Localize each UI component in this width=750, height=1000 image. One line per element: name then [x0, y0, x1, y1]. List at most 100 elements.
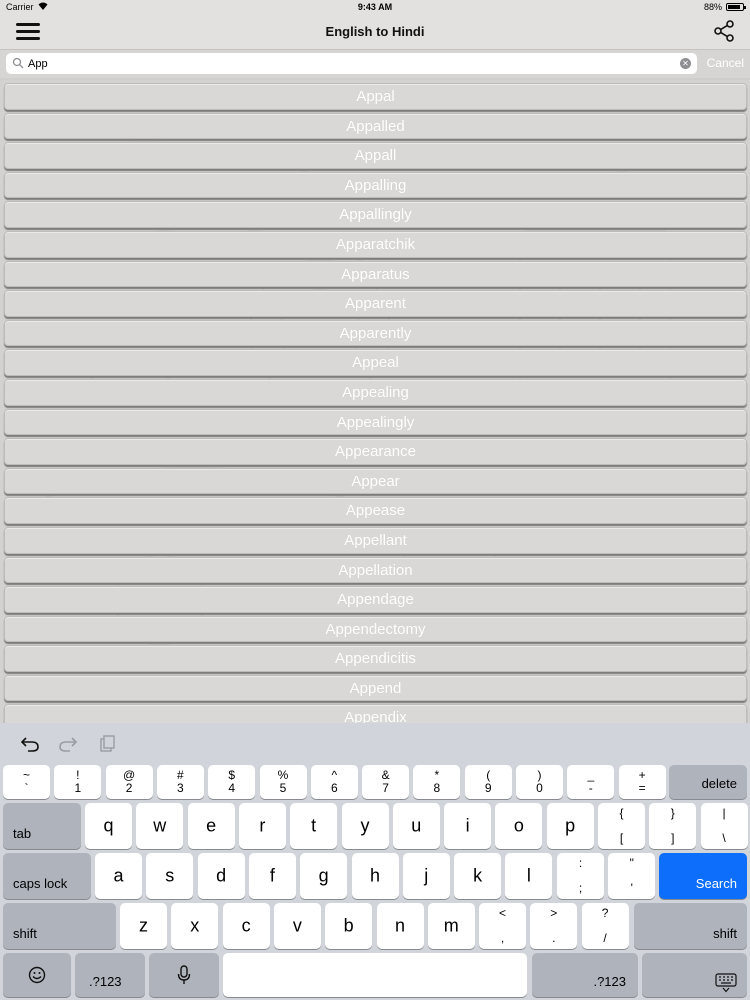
result-item[interactable]: Appellation	[4, 556, 747, 584]
number-row-key[interactable]: ! 1	[54, 765, 102, 799]
letter-key-t[interactable]: t	[290, 803, 338, 849]
emoji-key[interactable]	[3, 953, 71, 997]
symbol-key[interactable]: {[	[598, 803, 645, 849]
symbol-key[interactable]: }]	[649, 803, 697, 849]
number-row-key[interactable]: + =	[618, 765, 666, 799]
number-row-key[interactable]: _ -	[567, 765, 615, 799]
key-base-char: 7	[382, 781, 389, 795]
delete-key[interactable]: delete	[669, 765, 747, 799]
letter-key-o[interactable]: o	[495, 803, 543, 849]
search-input[interactable]	[28, 55, 668, 72]
letter-key-f[interactable]: f	[248, 853, 296, 899]
symbol-key[interactable]: | \	[700, 803, 748, 849]
paste-icon[interactable]	[98, 735, 118, 753]
result-item[interactable]: Appalling	[4, 171, 747, 199]
result-item[interactable]: Apparently	[4, 319, 747, 347]
result-item[interactable]: Appeal	[4, 349, 747, 376]
key-shift-char: *	[434, 768, 440, 782]
letter-key-a[interactable]: a	[95, 853, 142, 899]
number-row-key[interactable]: (9	[464, 765, 512, 799]
search-key[interactable]: Search	[659, 853, 747, 899]
result-item[interactable]: Appal	[4, 83, 747, 110]
letter-key-b[interactable]: b	[325, 903, 373, 949]
letter-key-z[interactable]: z	[120, 903, 167, 949]
letter-key-e[interactable]: e	[187, 803, 235, 849]
result-item[interactable]: Apparent	[4, 290, 747, 317]
key-base-char: 0	[536, 781, 543, 795]
letter-key-k[interactable]: k	[454, 853, 502, 899]
result-item[interactable]: Appear	[4, 467, 747, 495]
letter-key-w[interactable]: w	[136, 803, 184, 849]
symbol-key[interactable]: :;	[557, 853, 604, 899]
letter-key-r[interactable]: r	[238, 803, 286, 849]
symbol-key[interactable]: " '	[608, 853, 656, 899]
number-row-key[interactable]: #3	[156, 765, 204, 799]
letter-key-j[interactable]: j	[402, 853, 450, 899]
result-item[interactable]: Appearance	[4, 438, 747, 465]
number-row-key[interactable]: * 8	[413, 765, 461, 799]
letter-key-x[interactable]: x	[171, 903, 219, 949]
caps-lock-key-label: caps lock	[13, 876, 68, 891]
cancel-button[interactable]: Cancel	[707, 56, 744, 70]
result-item[interactable]: Appease	[4, 497, 747, 524]
key-shift-char: |	[722, 806, 726, 820]
number-row-key[interactable]: ) 0	[516, 765, 563, 799]
share-icon[interactable]	[712, 19, 736, 43]
shift-right-key[interactable]: shift	[634, 903, 747, 949]
numbers-toggle-right-key[interactable]: .?123	[532, 953, 638, 997]
letter-key-m[interactable]: m	[427, 903, 475, 949]
search-field[interactable]: ✕	[6, 53, 697, 74]
dictation-key[interactable]	[149, 953, 219, 997]
number-row-key[interactable]: ~ `	[3, 765, 50, 799]
key-char: a	[113, 865, 124, 886]
letter-key-p[interactable]: p	[546, 803, 594, 849]
keyboard: delete tab caps lock Search shift shift …	[0, 723, 750, 1000]
letter-key-c[interactable]: c	[222, 903, 270, 949]
letter-key-d[interactable]: d	[197, 853, 245, 899]
letter-key-n[interactable]: n	[376, 903, 424, 949]
result-item[interactable]: Appendage	[4, 586, 747, 613]
key-base-char: [	[619, 831, 624, 845]
symbol-key[interactable]: >.	[530, 903, 578, 949]
clear-search-icon[interactable]: ✕	[680, 58, 691, 69]
result-item[interactable]: Append	[4, 674, 747, 702]
result-item[interactable]: Appallingly	[4, 201, 747, 228]
result-item[interactable]: Apparatus	[4, 260, 747, 288]
letter-key-h[interactable]: h	[351, 853, 399, 899]
result-item[interactable]: Appealingly	[4, 408, 747, 436]
undo-icon[interactable]	[20, 735, 40, 753]
result-item[interactable]: Appall	[4, 142, 747, 169]
shift-left-key[interactable]: shift	[3, 903, 116, 949]
result-item[interactable]: Appendectomy	[4, 615, 747, 643]
caps-lock-key[interactable]: caps lock	[3, 853, 91, 899]
letter-key-q[interactable]: q	[85, 803, 132, 849]
number-row-key[interactable]: ^ 6	[310, 765, 358, 799]
letter-key-g[interactable]: g	[300, 853, 348, 899]
number-row-key[interactable]: % 5	[259, 765, 307, 799]
result-item[interactable]: Appalled	[4, 112, 747, 140]
letter-key-i[interactable]: i	[444, 803, 492, 849]
key-char: c	[241, 915, 251, 936]
space-key[interactable]	[223, 953, 527, 997]
letter-key-y[interactable]: y	[341, 803, 389, 849]
letter-key-s[interactable]: s	[146, 853, 194, 899]
number-row-key[interactable]: & 7	[362, 765, 410, 799]
result-item[interactable]: Appendix	[4, 704, 747, 723]
letter-key-v[interactable]: v	[273, 903, 321, 949]
key-shift-char: $	[228, 768, 236, 782]
result-item[interactable]: Appealing	[4, 378, 747, 406]
number-row-key[interactable]: $4	[208, 765, 256, 799]
numbers-toggle-left-key[interactable]: .?123	[75, 953, 145, 997]
tab-key[interactable]: tab	[3, 803, 81, 849]
letter-key-l[interactable]: l	[505, 853, 553, 899]
hide-keyboard-key[interactable]	[642, 953, 747, 997]
symbol-key[interactable]: <,	[479, 903, 526, 949]
letter-key-u[interactable]: u	[392, 803, 440, 849]
symbol-key[interactable]: ? /	[581, 903, 629, 949]
battery-fill	[728, 5, 741, 9]
redo-icon[interactable]	[58, 735, 78, 753]
result-item[interactable]: Apparatchik	[4, 230, 747, 258]
result-item[interactable]: Appellant	[4, 526, 747, 554]
number-row-key[interactable]: @2	[105, 765, 153, 799]
result-item[interactable]: Appendicitis	[4, 645, 747, 672]
